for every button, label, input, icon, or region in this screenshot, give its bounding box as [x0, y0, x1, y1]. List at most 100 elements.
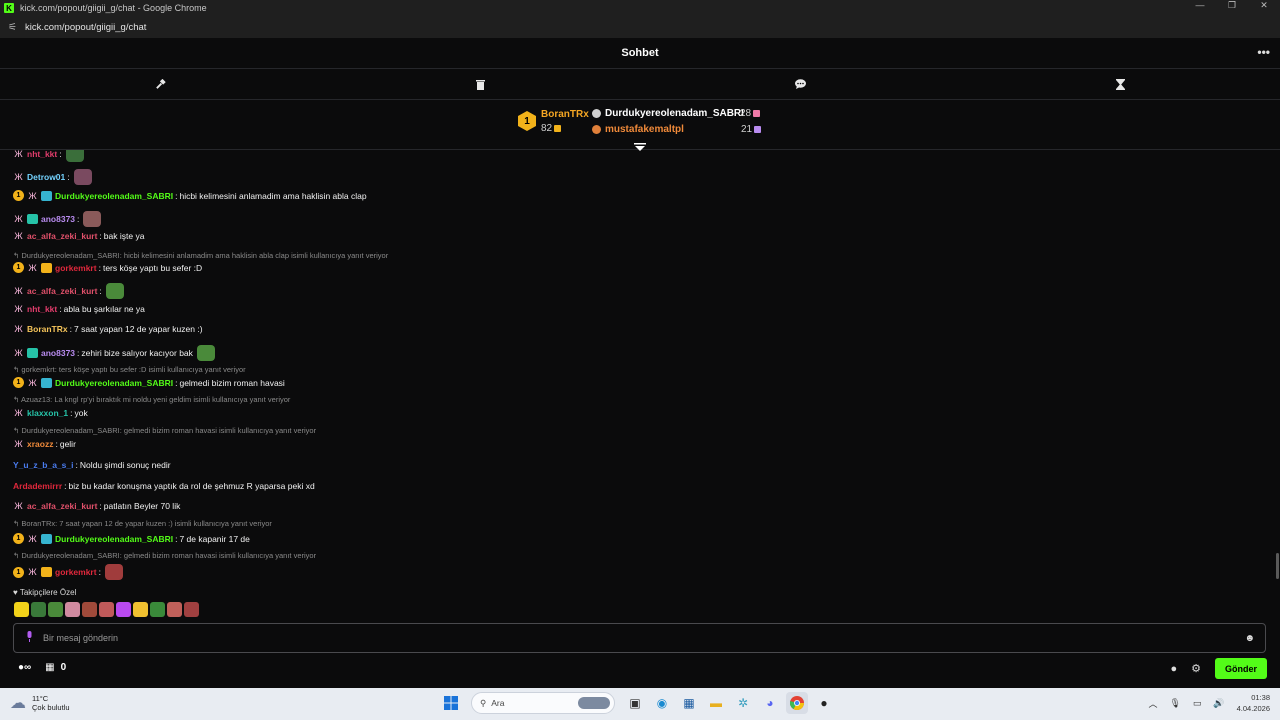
username[interactable]: ano8373	[41, 214, 75, 224]
minimize-button[interactable]: —	[1184, 0, 1216, 11]
chat-message[interactable]: 1 Ж Durdukyereolenadam_SABRI: hicbi kelimes…	[13, 190, 367, 201]
emote-icon[interactable]	[48, 602, 63, 617]
store-icon[interactable]: ▦	[45, 662, 54, 673]
address-bar[interactable]: ⚟ kick.com/popout/giigii_g/chat	[0, 16, 1280, 38]
chat-bubble-icon[interactable]	[640, 69, 960, 99]
send-button[interactable]: Gönder	[1214, 658, 1267, 679]
trash-icon[interactable]	[320, 69, 640, 99]
reply-context[interactable]: ↰ Durdukyereolenadam_SABRI: hicbi kelime…	[13, 251, 388, 260]
discord-icon[interactable]: ◕	[759, 692, 781, 714]
close-button[interactable]: ✕	[1248, 0, 1280, 11]
username[interactable]: ac_alfa_zeki_kurt	[27, 231, 97, 241]
leader-3-name[interactable]: mustafakemaltpl	[605, 124, 684, 135]
chat-message[interactable]: Жac_alfa_zeki_kurt:	[13, 283, 124, 299]
message-input[interactable]: Bir mesaj gönderin ☻	[13, 623, 1266, 653]
chat-message[interactable]: 1 Ж Durdukyereolenadam_SABRI: gelmedi bizim…	[13, 377, 285, 388]
window-controls: — ❐ ✕	[1184, 0, 1280, 11]
username[interactable]: nht_kkt	[27, 150, 57, 159]
emote-icon[interactable]	[133, 602, 148, 617]
task-view-icon[interactable]: ▣	[624, 692, 646, 714]
scrollbar[interactable]	[1276, 553, 1279, 579]
username[interactable]: xraozz	[27, 439, 53, 449]
file-explorer-icon[interactable]: ▬	[705, 692, 727, 714]
hammer-icon[interactable]	[0, 69, 320, 99]
hourglass-icon[interactable]	[960, 69, 1280, 99]
username[interactable]: Y_u_z_b_a_s_i	[13, 460, 73, 470]
network-icon[interactable]: ▭	[1193, 698, 1202, 709]
username[interactable]: Durdukyereolenadam_SABRI	[55, 191, 173, 201]
store-app-icon[interactable]: ▦	[678, 692, 700, 714]
username[interactable]: ano8373	[41, 348, 75, 358]
chat-message[interactable]: 1 Жgorkemkrt:	[13, 564, 123, 580]
chat-message[interactable]: 1 Жgorkemkrt: ters köşe yaptı bu sefer :D	[13, 262, 202, 273]
chat-message[interactable]: Ж Detrow01:	[13, 169, 92, 185]
chat-message[interactable]: 1 Ж Durdukyereolenadam_SABRI:7 de kapanir …	[13, 533, 250, 544]
volume-icon[interactable]: 🔊	[1213, 698, 1224, 709]
weather-widget[interactable]: ☁ 11°C Çok bulutlu	[10, 693, 70, 713]
emote-icon[interactable]	[116, 602, 131, 617]
clock[interactable]: 01:38 4.04.2026	[1237, 692, 1270, 714]
chat-messages[interactable]: Жnht_kkt: Ж Detrow01:1 Ж Durdukyereolenadam_…	[0, 150, 1280, 583]
more-options-icon[interactable]: •••	[1257, 45, 1270, 59]
edge-icon[interactable]: ◉	[651, 692, 673, 714]
username[interactable]: Detrow01	[27, 172, 65, 182]
chat-icon[interactable]: ●	[1170, 663, 1177, 675]
butterfly-badge-icon: Ж	[14, 324, 23, 334]
reply-context[interactable]: ↰ Durdukyereolenadam_SABRI: gelmedi bizi…	[13, 426, 316, 435]
emote-icon[interactable]	[31, 602, 46, 617]
maximize-button[interactable]: ❐	[1216, 0, 1248, 11]
reply-context[interactable]: ↰ Azuaz13: La kngl rp'yi bıraktık mi nol…	[13, 395, 290, 404]
emote-icon[interactable]	[150, 602, 165, 617]
username[interactable]: gorkemkrt	[55, 263, 97, 273]
emote-icon[interactable]	[65, 602, 80, 617]
message-placeholder: Bir mesaj gönderin	[43, 633, 119, 643]
chat-message[interactable]: Жnht_kkt:	[13, 150, 84, 162]
colon: :	[98, 262, 101, 273]
emote-icon[interactable]	[82, 602, 97, 617]
username[interactable]: Durdukyereolenadam_SABRI	[55, 534, 173, 544]
chat-message[interactable]: Жano8373:	[13, 211, 102, 227]
butterfly-badge-icon: Ж	[28, 377, 37, 388]
leader-2-name[interactable]: Durdukyereolenadam_SABRI	[605, 108, 744, 119]
chat-message[interactable]: Жac_alfa_zeki_kurt: patlatın Beyler 70 li…	[13, 501, 180, 511]
url-text[interactable]: kick.com/popout/giigii_g/chat	[25, 22, 146, 33]
emote-icon[interactable]	[167, 602, 182, 617]
obs-icon[interactable]: ●	[813, 692, 835, 714]
chat-message[interactable]: Жxraozz: gelir	[13, 439, 76, 449]
emote-icon[interactable]	[184, 602, 199, 617]
username[interactable]: klaxxon_1	[27, 408, 68, 418]
username[interactable]: Ardademirrr	[13, 481, 62, 491]
chevron-up-icon[interactable]: ︿	[1148, 697, 1157, 710]
chat-message[interactable]: Ж BoranTRx:7 saat yapan 12 de yapar kuzen…	[13, 324, 202, 334]
settings-icon[interactable]: ⚙	[1191, 662, 1201, 675]
reply-context[interactable]: ↰ gorkemkrt: ters köşe yaptı bu sefer :D…	[13, 365, 246, 374]
username[interactable]: BoranTRx	[27, 324, 68, 334]
emoji-icon[interactable]: ☻	[1244, 633, 1255, 644]
chat-message[interactable]: Y_u_z_b_a_s_i: Noldu şimdi sonuç nedir	[13, 460, 171, 470]
username[interactable]: ac_alfa_zeki_kurt	[27, 286, 97, 296]
reply-context[interactable]: ↰ BoranTRx: 7 saat yapan 12 de yapar kuz…	[13, 519, 272, 528]
reply-context[interactable]: ↰ Durdukyereolenadam_SABRI: gelmedi bizi…	[13, 551, 316, 560]
username[interactable]: ac_alfa_zeki_kurt	[27, 501, 97, 511]
chat-message[interactable]: Жac_alfa_zeki_kurt: bak işte ya	[13, 231, 144, 241]
chat-message[interactable]: Жano8373: zehiri bize salıyor kacıyor bak	[13, 345, 215, 361]
microphone-icon[interactable]	[26, 631, 33, 645]
colon: :	[77, 214, 80, 224]
chat-message[interactable]: Жnht_kkt: abla bu şarkılar ne ya	[13, 304, 145, 314]
windows-start-icon[interactable]	[440, 692, 462, 714]
username[interactable]: nht_kkt	[27, 304, 57, 314]
chrome-icon[interactable]	[786, 692, 808, 714]
leader-1-name[interactable]: BoranTRx	[541, 109, 589, 120]
mic-tray-icon[interactable]: 🎙	[1169, 698, 1180, 709]
username[interactable]: Durdukyereolenadam_SABRI	[55, 378, 173, 388]
chat-message[interactable]: Жklaxxon_1: yok	[13, 408, 87, 418]
username[interactable]: gorkemkrt	[55, 567, 97, 577]
taskbar-search[interactable]: ⚲ Ara	[471, 692, 615, 714]
site-info-icon[interactable]: ⚟	[8, 22, 17, 33]
butterfly-badge-icon: Ж	[14, 304, 23, 314]
infinity-icon[interactable]: ●∞	[18, 662, 31, 673]
emote-icon[interactable]	[99, 602, 114, 617]
app-icon[interactable]: ✲	[732, 692, 754, 714]
chat-message[interactable]: Ardademirrr: biz bu kadar konuşma yaptık …	[13, 481, 315, 491]
emote-icon[interactable]	[14, 602, 29, 617]
